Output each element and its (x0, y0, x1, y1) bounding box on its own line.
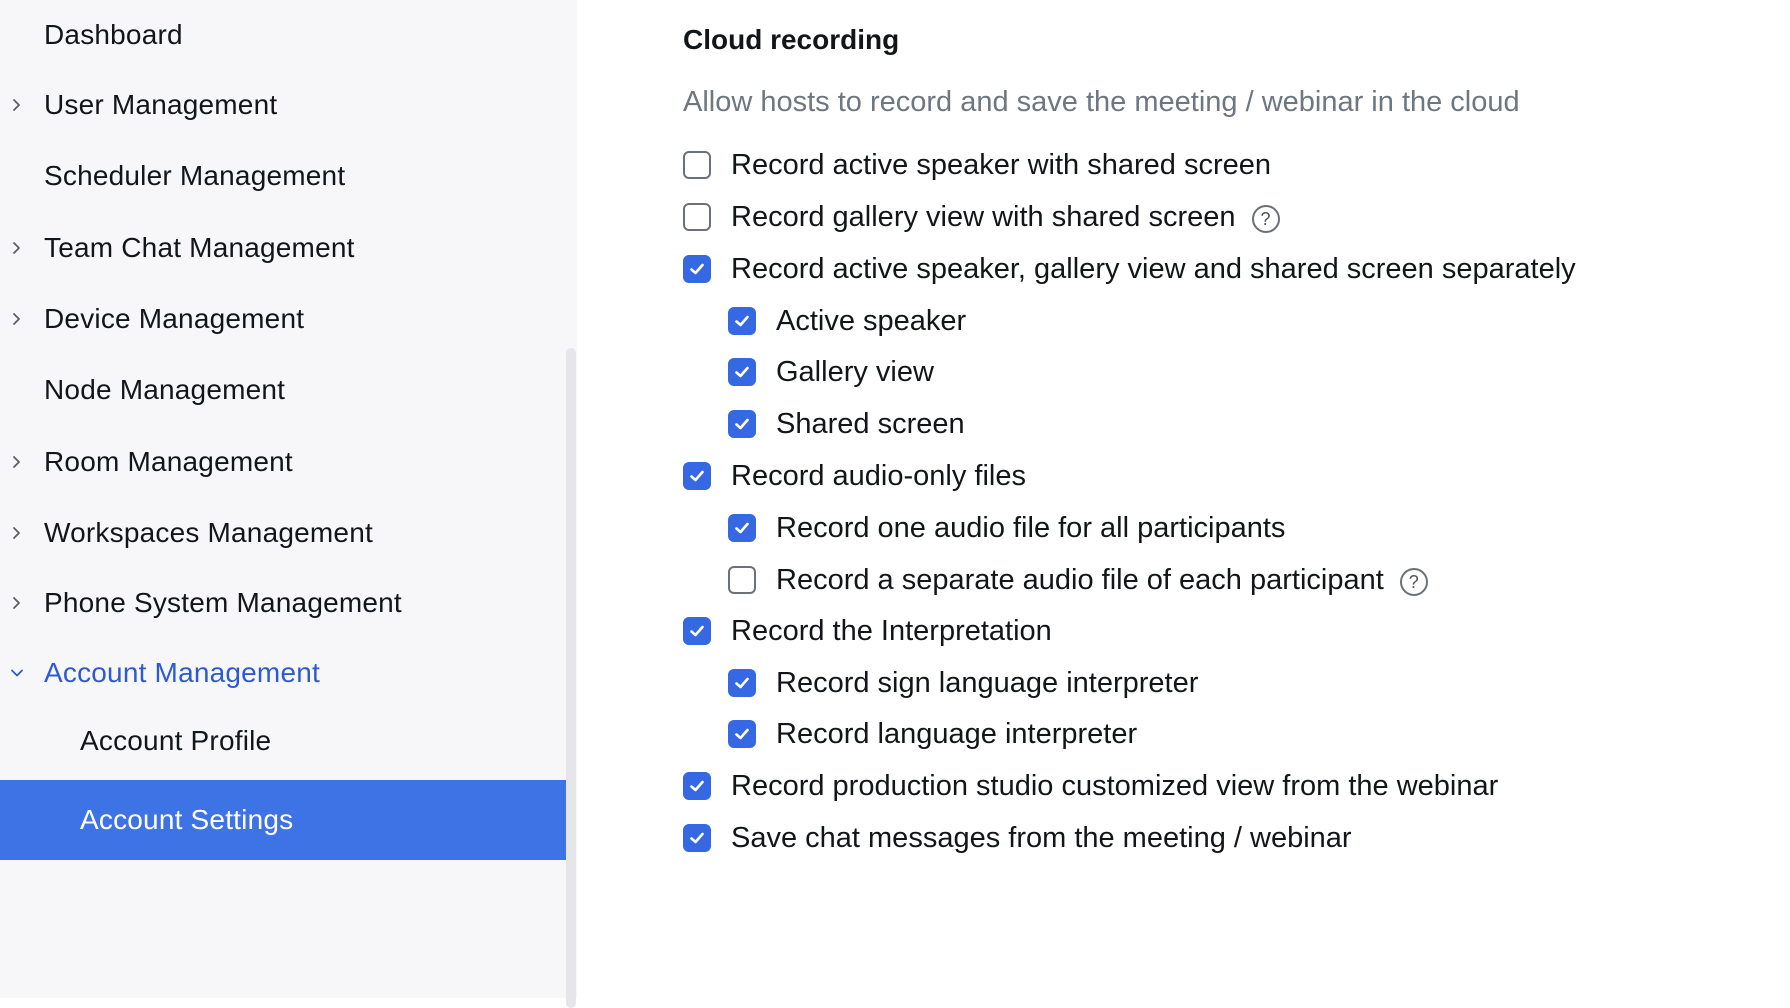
checkbox-checked[interactable] (683, 824, 711, 852)
checkbox-checked[interactable] (728, 358, 756, 386)
chevron-right-icon[interactable] (9, 523, 25, 543)
sidebar-item-user-management[interactable]: User Management (0, 70, 566, 140)
sidebar-item-label: Account Profile (80, 725, 272, 756)
chevron-right-icon[interactable] (9, 452, 25, 472)
option-record-active-speaker-with-shared-screen[interactable]: Record active speaker with shared screen (683, 145, 1271, 185)
check-icon (735, 522, 749, 534)
option-label: Record language interpreter (776, 717, 1138, 750)
checkbox-checked[interactable] (683, 255, 711, 283)
sidebar-item-device-management[interactable]: Device Management (0, 284, 566, 354)
option-label: Record production studio customized view… (731, 769, 1499, 802)
sidebar-item-workspaces-management[interactable]: Workspaces Management (0, 498, 566, 568)
option-record-production-studio-customized-view-from-the-webinar[interactable]: Record production studio customized view… (683, 766, 1498, 806)
option-record-language-interpreter[interactable]: Record language interpreter (728, 714, 1137, 754)
sidebar-item-label: Phone System Management (44, 587, 402, 618)
sidebar-item-node-management[interactable]: Node Management (0, 355, 566, 425)
sidebar-item-label: Dashboard (44, 19, 183, 50)
checkbox-unchecked[interactable] (728, 566, 756, 594)
option-label: Record active speaker, gallery view and … (731, 252, 1576, 285)
check-icon (735, 366, 749, 378)
checkbox-checked[interactable] (728, 720, 756, 748)
sidebar-item-label: Scheduler Management (44, 160, 346, 191)
option-label: Gallery view (776, 355, 934, 388)
sidebar-item-account-profile[interactable]: Account Profile (0, 706, 566, 776)
chevron-right-icon[interactable] (9, 238, 25, 258)
option-gallery-view[interactable]: Gallery view (728, 352, 934, 392)
check-icon (690, 625, 704, 637)
check-icon (735, 677, 749, 689)
option-label: Record active speaker with shared screen (731, 148, 1271, 181)
sidebar-item-account-management[interactable]: Account Management (0, 638, 566, 708)
sidebar-item-label: Device Management (44, 303, 305, 334)
option-shared-screen[interactable]: Shared screen (728, 404, 965, 444)
option-save-chat-messages-from-the-meeting-webinar[interactable]: Save chat messages from the meeting / we… (683, 818, 1352, 858)
option-record-active-speaker-gallery-view-and-shared-screen-separately[interactable]: Record active speaker, gallery view and … (683, 249, 1576, 289)
checkbox-unchecked[interactable] (683, 203, 711, 231)
checkbox-checked[interactable] (728, 307, 756, 335)
check-icon (690, 470, 704, 482)
section-title: Cloud recording (683, 24, 900, 55)
sidebar-item-label: Account Settings (80, 804, 294, 835)
sidebar-item-label: Room Management (44, 446, 293, 477)
sidebar-item-team-chat-management[interactable]: Team Chat Management (0, 213, 566, 283)
option-label: Record sign language interpreter (776, 666, 1199, 699)
option-label: Active speaker (776, 304, 967, 337)
sidebar: Dashboard User Management Scheduler Manage… (0, 0, 577, 1008)
checkbox-checked[interactable] (728, 669, 756, 697)
sidebar-scrollbar[interactable] (566, 348, 576, 1008)
option-record-a-separate-audio-file-of-each-participant[interactable]: Record a separate audio file of each par… (728, 560, 1428, 600)
checkbox-checked[interactable] (728, 514, 756, 542)
chevron-right-icon[interactable] (9, 95, 25, 115)
checkbox-checked[interactable] (683, 462, 711, 490)
sidebar-item-phone-system-management[interactable]: Phone System Management (0, 568, 566, 638)
help-circle-icon[interactable]: ? (1251, 205, 1280, 233)
sidebar-item-label: Workspaces Management (44, 517, 373, 548)
sidebar-item-label: Team Chat Management (44, 232, 355, 263)
option-label: Record gallery view with shared screen (731, 200, 1236, 233)
help-circle-icon[interactable]: ? (1399, 568, 1428, 596)
section-description: Allow hosts to record and save the meeti… (683, 86, 1520, 118)
option-record-gallery-view-with-shared-screen[interactable]: Record gallery view with shared screen? (683, 197, 1280, 237)
check-icon (735, 315, 749, 327)
option-record-the-interpretation[interactable]: Record the Interpretation (683, 611, 1052, 651)
sidebar-item-dashboard[interactable]: Dashboard (0, 0, 566, 70)
option-label: Save chat messages from the meeting / we… (731, 821, 1352, 854)
check-icon (690, 832, 704, 844)
option-active-speaker[interactable]: Active speaker (728, 301, 966, 341)
sidebar-item-scheduler-management[interactable]: Scheduler Management (0, 141, 566, 211)
checkbox-unchecked[interactable] (683, 151, 711, 179)
chevron-down-icon[interactable] (9, 663, 25, 683)
option-record-sign-language-interpreter[interactable]: Record sign language interpreter (728, 663, 1198, 703)
check-icon (690, 780, 704, 792)
sidebar-item-label: Account Management (44, 657, 320, 688)
option-label: Shared screen (776, 407, 965, 440)
option-label: Record the Interpretation (731, 614, 1052, 647)
check-icon (735, 728, 749, 740)
check-icon (690, 263, 704, 275)
option-label: Record one audio file for all participan… (776, 511, 1286, 544)
checkbox-checked[interactable] (683, 617, 711, 645)
option-record-one-audio-file-for-all-participants[interactable]: Record one audio file for all participan… (728, 508, 1285, 548)
chevron-right-icon[interactable] (9, 593, 25, 613)
checkbox-checked[interactable] (728, 410, 756, 438)
sidebar-item-label: User Management (44, 89, 278, 120)
check-icon (735, 418, 749, 430)
main-content: Cloud recording Allow hosts to record an… (577, 0, 1790, 998)
option-label: Record a separate audio file of each par… (776, 563, 1384, 596)
sidebar-item-label: Node Management (44, 374, 286, 405)
option-label: Record audio-only files (731, 459, 1026, 492)
sidebar-item-account-settings[interactable]: Account Settings (0, 780, 566, 860)
sidebar-item-room-management[interactable]: Room Management (0, 427, 566, 497)
checkbox-checked[interactable] (683, 772, 711, 800)
option-record-audio-only-files[interactable]: Record audio-only files (683, 456, 1026, 496)
chevron-right-icon[interactable] (9, 309, 25, 329)
